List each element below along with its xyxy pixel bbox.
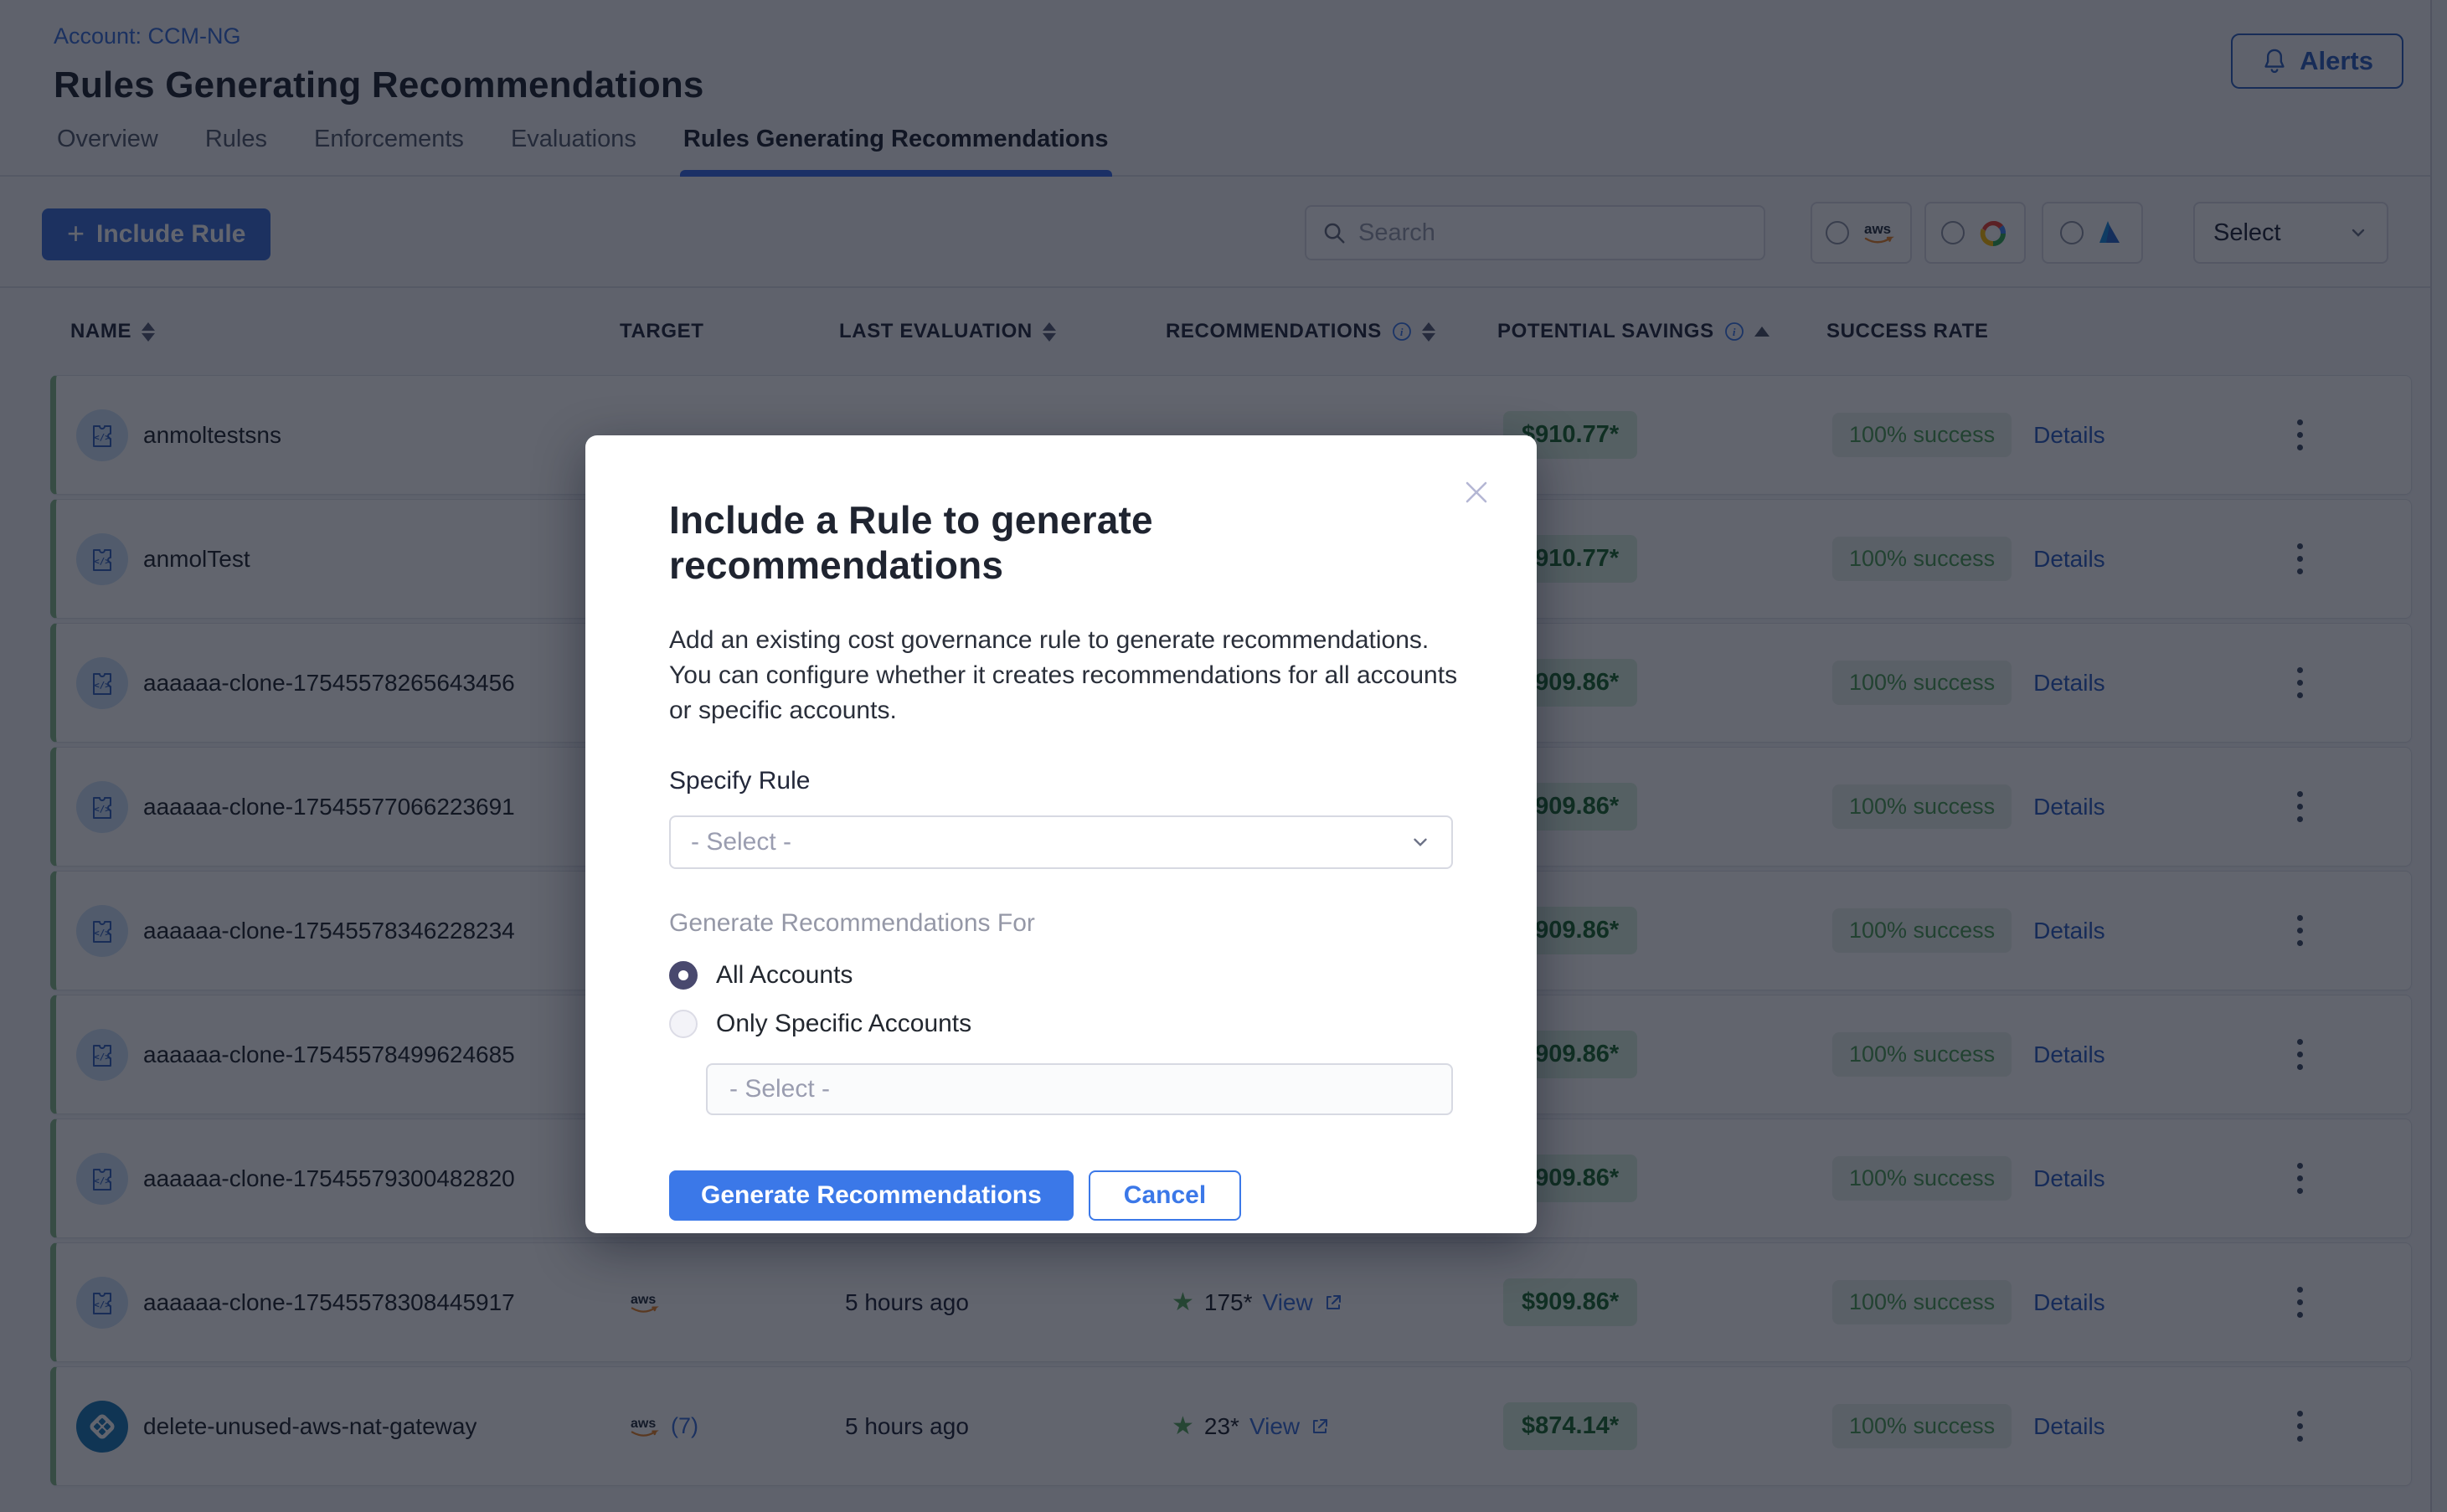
modal-title: Include a Rule to generate recommendatio… [669,497,1453,588]
rule-select-placeholder: - Select - [691,828,791,856]
radio-only-specific-accounts[interactable]: Only Specific Accounts [669,1010,1453,1038]
radio-all-accounts[interactable]: All Accounts [669,961,1453,990]
specify-rule-label: Specify Rule [669,767,1453,795]
accounts-select-dropdown[interactable]: - Select - [706,1063,1453,1115]
cancel-button[interactable]: Cancel [1089,1170,1241,1221]
chevron-down-icon [1409,831,1431,853]
include-rule-modal: Include a Rule to generate recommendatio… [585,435,1537,1233]
radio-unselected-icon[interactable] [669,1010,698,1038]
close-icon[interactable] [1460,476,1493,509]
modal-actions: Generate Recommendations Cancel [669,1170,1453,1221]
generate-for-label: Generate Recommendations For [669,909,1453,938]
radio-selected-icon[interactable] [669,961,698,990]
modal-description: Add an existing cost governance rule to … [669,623,1461,728]
only-specific-accounts-label: Only Specific Accounts [716,1010,971,1038]
all-accounts-label: All Accounts [716,961,853,990]
accounts-select-placeholder: - Select - [729,1075,830,1103]
rule-select-dropdown[interactable]: - Select - [669,815,1453,869]
generate-recommendations-button[interactable]: Generate Recommendations [669,1170,1074,1221]
